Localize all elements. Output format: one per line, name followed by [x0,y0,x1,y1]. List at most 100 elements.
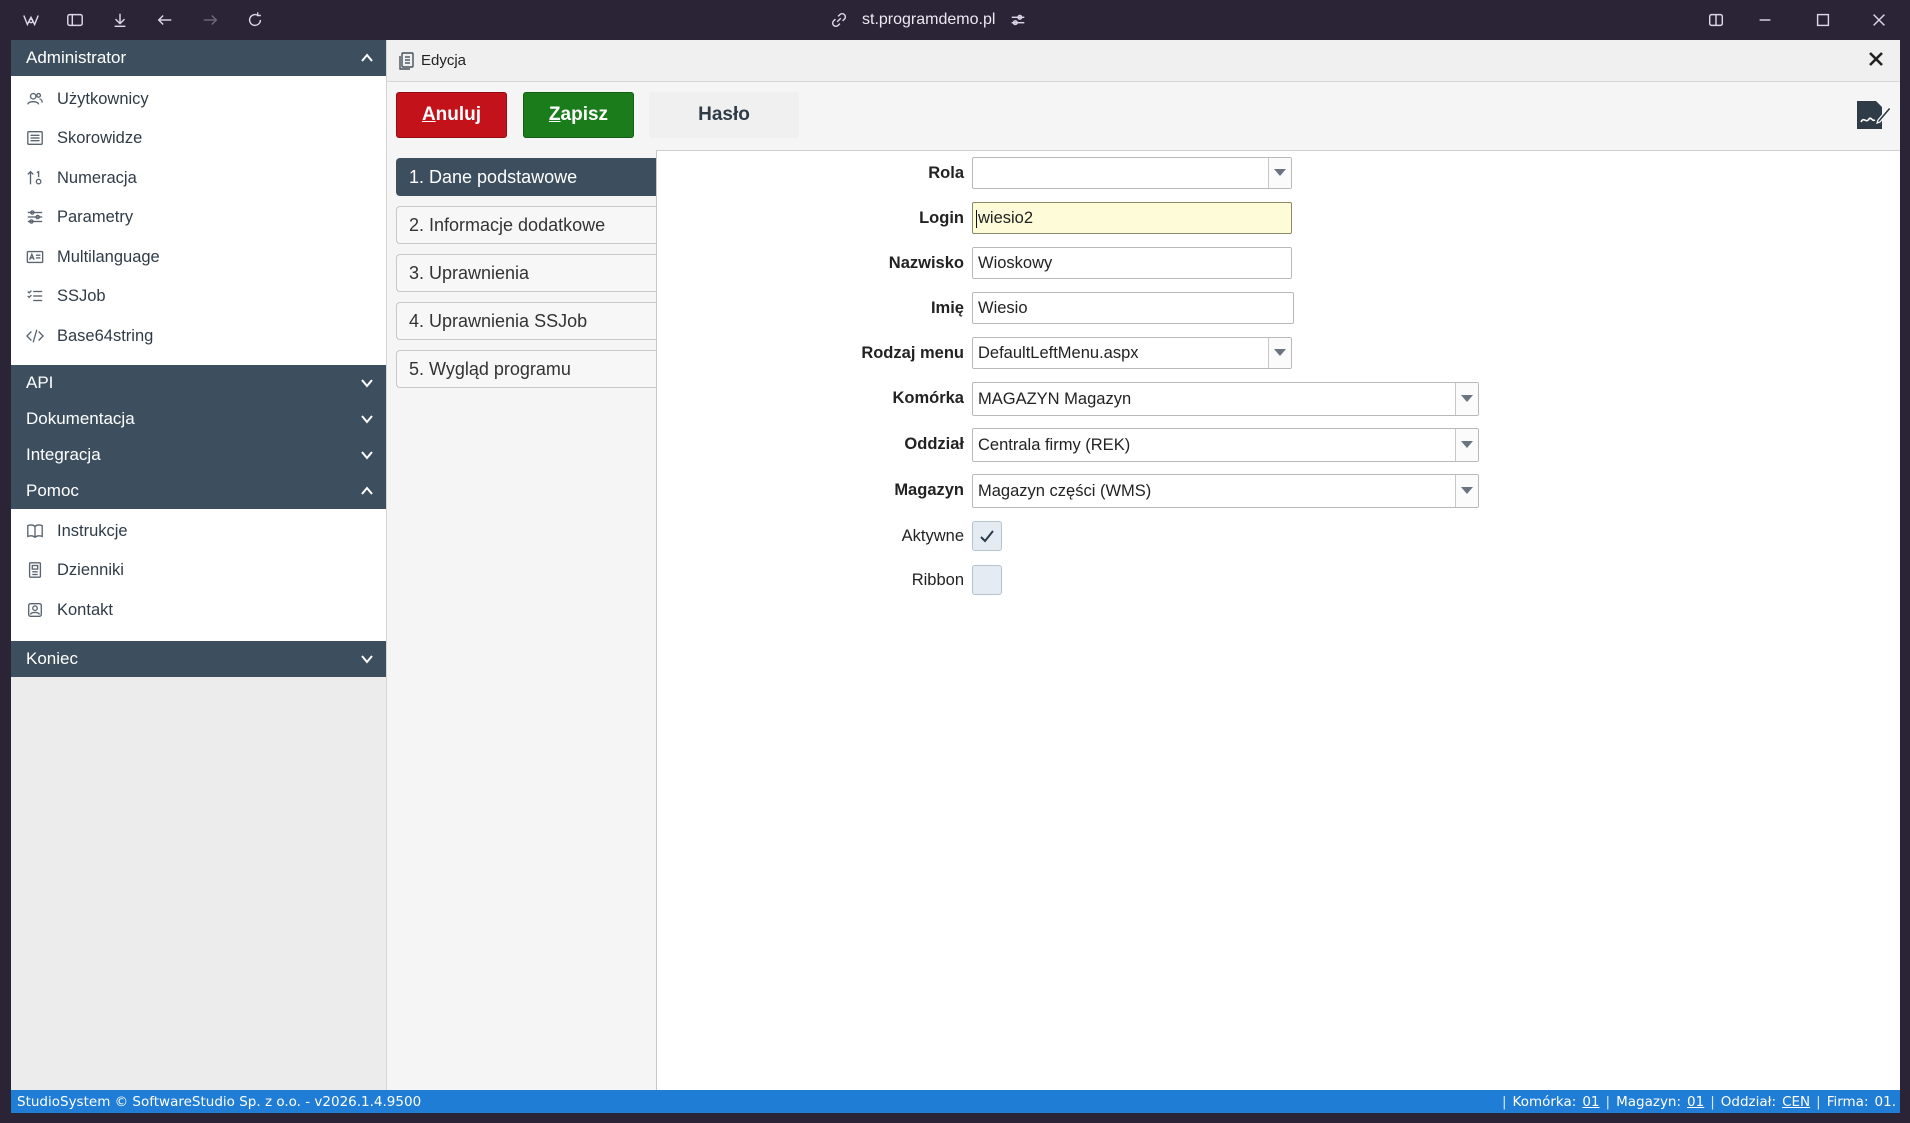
status-magazyn-link[interactable]: 01 [1687,1094,1704,1110]
signature-icon[interactable] [1854,98,1892,132]
chevron-down-icon [360,447,374,461]
status-oddzial-link[interactable]: CEN [1782,1094,1810,1110]
sidebar-section-api[interactable]: API [11,365,386,401]
back-icon[interactable] [152,8,178,32]
tab-wyglad-programu[interactable]: 5. Wygląd programu [396,350,656,388]
download-icon[interactable] [107,8,133,32]
sidebar-section-pomoc[interactable]: Pomoc [11,473,386,509]
login-label: Login [919,209,964,227]
oddzial-label: Oddział [904,435,964,453]
status-bar: StudioSystem © SoftwareStudio Sp. z o.o.… [11,1090,1900,1113]
chevron-down-icon [360,375,374,389]
magazyn-label: Magazyn [894,481,964,499]
split-view-icon[interactable] [1703,8,1729,32]
status-firma-value: 01. [1874,1093,1896,1110]
book-icon [25,521,45,541]
dropdown-arrow-icon[interactable] [1268,338,1291,368]
tab-uprawnienia-ssjob[interactable]: 4. Uprawnienia SSJob [396,302,656,340]
list-icon [25,128,45,148]
chevron-up-icon [360,483,374,497]
nazwisko-input[interactable]: Wioskowy [972,247,1292,279]
reload-icon[interactable] [242,8,268,32]
task-list-icon [25,286,45,306]
ribbon-checkbox[interactable] [972,565,1002,595]
sidebar-toggle-icon[interactable] [62,8,88,32]
rodzaj-menu-label: Rodzaj menu [861,344,964,362]
sidebar-section-koniec[interactable]: Koniec [11,641,386,677]
sidebar-section-administrator[interactable]: Administrator [11,40,386,76]
code-icon [25,326,45,346]
sort-numeric-icon [25,168,45,188]
tab-dane-podstawowe[interactable]: 1. Dane podstawowe [396,158,656,196]
link-icon [831,12,847,28]
status-context: | Komórka: 01 | Magazyn: 01 | Oddział: C… [1501,1093,1896,1110]
dropdown-arrow-icon[interactable] [1455,475,1478,507]
tab-informacje-dodatkowe[interactable]: 2. Informacje dodatkowe [396,206,656,244]
cancel-button[interactable]: Anuluj [396,92,507,138]
sidebar-item-dzienniki[interactable]: Dzienniki [11,553,386,587]
forward-icon[interactable] [197,8,223,32]
close-icon[interactable] [1867,50,1887,70]
aktywne-checkbox[interactable] [972,521,1002,551]
browser-logo-icon[interactable] [18,8,44,32]
sidebar-item-kontakt[interactable]: Kontakt [11,593,386,627]
sidebar: Administrator Użytkownicy Skorowidze Num… [11,40,386,1090]
sidebar-section-pomoc-items: Instrukcje Dzienniki Kontakt [11,509,386,641]
panel-header: Edycja [387,40,1900,82]
ribbon-label: Ribbon [911,571,964,589]
sidebar-item-skorowidze[interactable]: Skorowidze [11,121,386,155]
sidebar-section-integracja[interactable]: Integracja [11,437,386,473]
save-button[interactable]: Zapisz [523,92,634,138]
sidebar-item-multilanguage[interactable]: Multilanguage [11,240,386,274]
checkmark-icon [980,530,994,543]
status-copyright: StudioSystem © SoftwareStudio Sp. z o.o.… [17,1093,422,1110]
sidebar-item-instrukcje[interactable]: Instrukcje [11,514,386,548]
rola-select[interactable] [972,157,1292,189]
magazyn-select[interactable]: Magazyn części (WMS) [972,474,1479,508]
minimize-icon[interactable] [1752,8,1778,32]
nazwisko-label: Nazwisko [888,254,964,272]
users-icon [25,89,45,109]
form-area: Rola Login wiesio2 Nazwisko Wioskowy Imi… [656,150,1900,1090]
sidebar-item-parametry[interactable]: Parametry [11,200,386,234]
aktywne-label: Aktywne [901,527,964,545]
window-close-icon[interactable] [1866,8,1892,32]
browser-titlebar: st.programdemo.pl [0,0,1910,40]
login-input[interactable]: wiesio2 [972,202,1292,234]
contact-icon [25,600,45,620]
tab-uprawnienia[interactable]: 3. Uprawnienia [396,254,656,292]
sidebar-item-uzytkownicy[interactable]: Użytkownicy [11,82,386,116]
app-window: Administrator Użytkownicy Skorowidze Num… [11,40,1900,1113]
imie-input[interactable]: Wiesio [972,292,1294,324]
sliders-icon [25,207,45,227]
dropdown-arrow-icon[interactable] [1455,429,1478,461]
journal-icon [25,560,45,580]
rola-label: Rola [928,164,964,182]
oddzial-select[interactable]: Centrala firmy (REK) [972,428,1479,462]
komorka-select[interactable]: MAGAZYN Magazyn [972,382,1479,416]
rodzaj-menu-select[interactable]: DefaultLeftMenu.aspx [972,337,1292,369]
dropdown-arrow-icon[interactable] [1455,383,1478,415]
imie-label: Imię [930,299,964,317]
site-settings-icon[interactable] [1009,11,1027,29]
section-label: Administrator [26,48,127,67]
chevron-down-icon [360,651,374,665]
maximize-icon[interactable] [1810,8,1836,32]
sidebar-item-numeracja[interactable]: Numeracja [11,161,386,195]
password-button[interactable]: Hasło [649,92,799,138]
chevron-down-icon [360,411,374,425]
sidebar-section-dokumentacja[interactable]: Dokumentacja [11,401,386,437]
url-text: st.programdemo.pl [862,11,996,28]
chevron-up-icon [360,50,374,64]
translate-icon [25,247,45,267]
address-bar[interactable]: st.programdemo.pl [830,8,1027,32]
edit-panel: Edycja Anuluj Zapisz Hasło 1. Dane podst… [386,40,1900,1090]
sidebar-section-administrator-items: Użytkownicy Skorowidze Numeracja Paramet… [11,76,386,365]
sidebar-item-ssjob[interactable]: SSJob [11,279,386,313]
dropdown-arrow-icon[interactable] [1268,158,1291,188]
text-caret [976,210,977,228]
document-edit-icon [399,51,415,70]
sidebar-item-base64string[interactable]: Base64string [11,319,386,353]
komorka-label: Komórka [892,389,964,407]
status-komorka-link[interactable]: 01 [1582,1094,1599,1110]
